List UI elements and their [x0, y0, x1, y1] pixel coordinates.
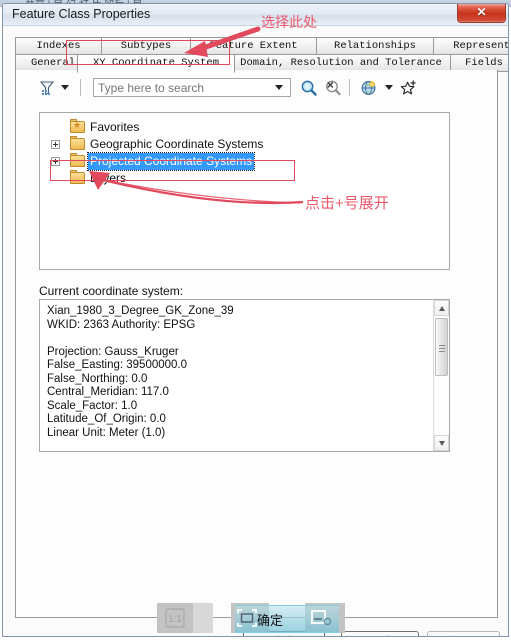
scrollbar-thumb[interactable] [435, 318, 448, 376]
annotation-box-tab [66, 40, 230, 65]
annotation-select-here: 选择此处 [261, 14, 317, 30]
search-history-chevron-down-icon[interactable] [275, 85, 283, 90]
current-coordinate-system-box: Xian_1980_3_Degree_GK_Zone_39 WKID: 2363… [39, 299, 450, 452]
dialog-body: Indexes Subtypes Feature Extent Relation… [3, 26, 508, 636]
dialog-title: Feature Class Properties [12, 7, 151, 21]
toolbar-separator-2 [349, 79, 350, 96]
globe-dropdown-chevron-down-icon[interactable] [385, 85, 393, 90]
capture-gap-segment [193, 603, 213, 633]
capture-scale-icon[interactable]: 1:1 [163, 607, 187, 629]
coordinate-system-tree[interactable]: ★ Favorites Geographic Coordinate System… [39, 112, 450, 270]
toolbar-separator-1 [80, 79, 81, 96]
scroll-up-arrow-icon [439, 306, 445, 311]
folder-icon [70, 136, 85, 150]
search-toolbar [37, 76, 416, 100]
cancel-button[interactable]: 取消 [341, 631, 419, 636]
dialog-titlebar[interactable]: Feature Class Properties ✕ [3, 4, 508, 26]
scroll-down-arrow-icon [439, 441, 445, 446]
apply-button[interactable]: 应用 (A) [427, 631, 500, 636]
close-button[interactable]: ✕ [457, 4, 506, 23]
scroll-down-button[interactable] [434, 435, 449, 451]
tab-representations[interactable]: Representations [433, 37, 508, 55]
rectangle-capture-icon[interactable] [235, 607, 259, 629]
screen-capture-toolbar[interactable]: 1:1 确定 [157, 603, 350, 633]
current-coordinate-system-label: Current coordinate system: [39, 284, 184, 298]
current-coordinate-system-text: Xian_1980_3_Degree_GK_Zone_39 WKID: 2363… [47, 305, 234, 439]
globe-icon[interactable] [359, 78, 379, 98]
filter-dropdown-chevron-down-icon[interactable] [61, 85, 69, 90]
expand-toggle-icon[interactable] [51, 140, 60, 149]
filter-icon[interactable] [37, 78, 57, 98]
search-icon[interactable] [299, 78, 319, 98]
search-input[interactable] [93, 78, 291, 97]
tab-relationships[interactable]: Relationships [316, 37, 434, 55]
annotation-click-plus: 点击+号展开 [305, 195, 389, 212]
favorites-folder-icon: ★ [70, 119, 85, 133]
save-capture-icon[interactable] [309, 607, 333, 629]
annotation-box-tree-item [50, 160, 295, 181]
tree-item-label: Favorites [90, 120, 140, 134]
clear-search-icon[interactable] [323, 78, 343, 98]
vertical-scrollbar[interactable] [433, 300, 449, 451]
tree-item-label: Geographic Coordinate Systems [90, 137, 264, 151]
add-to-favorites-star-icon[interactable] [399, 78, 419, 98]
close-icon: ✕ [476, 5, 487, 19]
scroll-up-button[interactable] [434, 300, 449, 316]
svg-text:1:1: 1:1 [168, 614, 182, 625]
overlay-ok-button-text[interactable]: 确定 [257, 610, 283, 629]
feature-class-properties-dialog: Feature Class Properties ✕ Indexes Subty… [2, 3, 509, 637]
